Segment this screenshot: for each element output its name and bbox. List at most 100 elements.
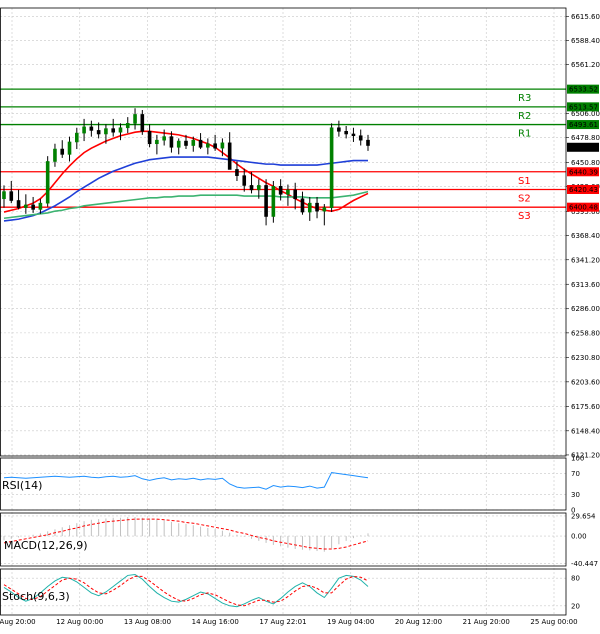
x-tick-label: 12 Aug 00:00 <box>56 618 103 626</box>
stochastic-panel: 80 20 Stoch(9,6,3) <box>0 574 580 610</box>
candle-body <box>96 130 101 135</box>
candle-body <box>293 189 298 200</box>
level-price-label: 6440.39 <box>569 168 598 176</box>
candle-body <box>140 114 145 132</box>
y-tick-label: 6615.60 <box>571 13 600 21</box>
level-price-label: 6493.61 <box>569 121 598 129</box>
level-price-label: 6400.48 <box>569 204 598 212</box>
panel-frames <box>0 7 567 616</box>
y-tick-label: 6286.00 <box>571 305 600 313</box>
candle-body <box>300 198 305 213</box>
candle-body <box>358 135 363 141</box>
candle-body <box>53 148 57 162</box>
candle-body <box>16 200 21 208</box>
candle-body <box>198 139 203 148</box>
candle-body <box>147 131 152 145</box>
candle-body <box>315 202 319 212</box>
candle-body <box>24 204 28 208</box>
candle-body <box>337 127 341 132</box>
macd-panel: 29.654 0.00 -40.447 MACD(12,26,9) <box>0 512 598 568</box>
candle-body <box>220 142 225 149</box>
rsi-tick-label: 30 <box>571 491 580 499</box>
y-tick-label: 6450.80 <box>571 159 600 167</box>
candle-body <box>286 189 290 195</box>
rsi-title: RSI(14) <box>2 479 42 492</box>
candle-body <box>67 141 72 155</box>
candle-body <box>344 131 348 135</box>
y-tick-label: 6478.80 <box>571 134 600 142</box>
time-axis: 11 Aug 20:00 12 Aug 00:00 13 Aug 08:00 14 A… <box>0 618 578 626</box>
x-tick-label: 25 Aug 00:00 <box>530 618 577 626</box>
x-tick-label: 21 Aug 20:00 <box>463 618 510 626</box>
last-price-label: 6468.00 <box>569 144 598 152</box>
candle-body <box>249 185 254 191</box>
candle-body <box>206 143 210 148</box>
candle-body <box>184 140 188 146</box>
moving-average-ma_green <box>3 190 369 220</box>
stoch-tick-label: 80 <box>571 575 580 583</box>
candle-body <box>104 128 108 135</box>
candle-body <box>162 136 166 141</box>
y-tick-label: 6313.60 <box>571 281 600 289</box>
candle-body <box>31 204 35 210</box>
candle-body <box>264 185 268 217</box>
candle-body <box>45 161 50 204</box>
rsi-tick-label: 70 <box>571 470 580 478</box>
candle-body <box>2 191 6 200</box>
candle-body <box>89 126 94 131</box>
level-label-s3: S3 <box>518 211 531 222</box>
candle-body <box>125 123 130 129</box>
trading-chart: R3R2R1S1S2S3 10070300RSI(14) 29.6540.00-… <box>0 7 600 626</box>
x-tick-label: 11 Aug 20:00 <box>0 618 36 626</box>
x-tick-label: 14 Aug 16:00 <box>192 618 239 626</box>
candle-body <box>322 207 327 212</box>
grid <box>0 8 566 615</box>
level-label-r2: R2 <box>518 111 531 122</box>
level-label-s1: S1 <box>518 176 531 187</box>
candle-body <box>235 169 239 176</box>
level-price-label: 6533.52 <box>569 86 598 94</box>
candle-body <box>271 186 276 217</box>
rsi-panel: 10070300RSI(14) <box>0 455 584 515</box>
macd-tick-label: -40.447 <box>571 560 598 568</box>
macd-title: MACD(12,26,9) <box>4 539 88 552</box>
y-tick-label: 6121.20 <box>571 451 600 459</box>
level-label-r1: R1 <box>518 129 531 140</box>
level-label-s2: S2 <box>518 193 531 204</box>
candle-body <box>213 143 217 149</box>
rsi-line <box>3 472 369 490</box>
candle-body <box>118 127 123 133</box>
candle-body <box>60 148 65 155</box>
x-tick-label: 19 Aug 04:00 <box>327 618 374 626</box>
y-tick-label: 6561.20 <box>571 61 600 69</box>
macd-tick-label: 29.654 <box>571 512 596 520</box>
candle-body <box>9 191 14 201</box>
y-tick-label: 6588.40 <box>571 37 600 45</box>
candle-body <box>227 142 232 170</box>
candle-body <box>307 202 312 213</box>
stoch-title: Stoch(9,6,3) <box>2 590 70 603</box>
stoch-tick-label: 20 <box>571 602 580 610</box>
candle-body <box>329 127 334 208</box>
y-tick-label: 6175.60 <box>571 403 600 411</box>
x-tick-label: 13 Aug 08:00 <box>124 618 171 626</box>
y-tick-label: 6203.60 <box>571 378 600 386</box>
level-price-label: 6420.43 <box>569 186 598 194</box>
x-tick-label: 20 Aug 12:00 <box>395 618 442 626</box>
candle-body <box>155 139 159 145</box>
candle-body <box>38 202 43 210</box>
candle-body <box>82 126 86 134</box>
y-tick-label: 6148.40 <box>571 427 600 435</box>
y-tick-label: 6341.20 <box>571 256 600 264</box>
x-tick-label: 17 Aug 22:01 <box>259 618 306 626</box>
candle-body <box>256 185 261 191</box>
candle-body <box>176 140 181 148</box>
y-tick-label: 6258.80 <box>571 329 600 337</box>
candle-body <box>75 132 79 143</box>
level-price-label: 6513.57 <box>569 103 598 111</box>
price-axis: 6615.606588.406561.206506.006478.806450.… <box>566 13 600 459</box>
candle-body <box>133 114 137 124</box>
y-tick-label: 6230.80 <box>571 354 600 362</box>
chart-window: R3 R2 R1 S1 S2 S3 100 70 30 0 RSI(14) 29.654 0.00-… <box>0 0 600 630</box>
candle-body <box>111 128 115 133</box>
